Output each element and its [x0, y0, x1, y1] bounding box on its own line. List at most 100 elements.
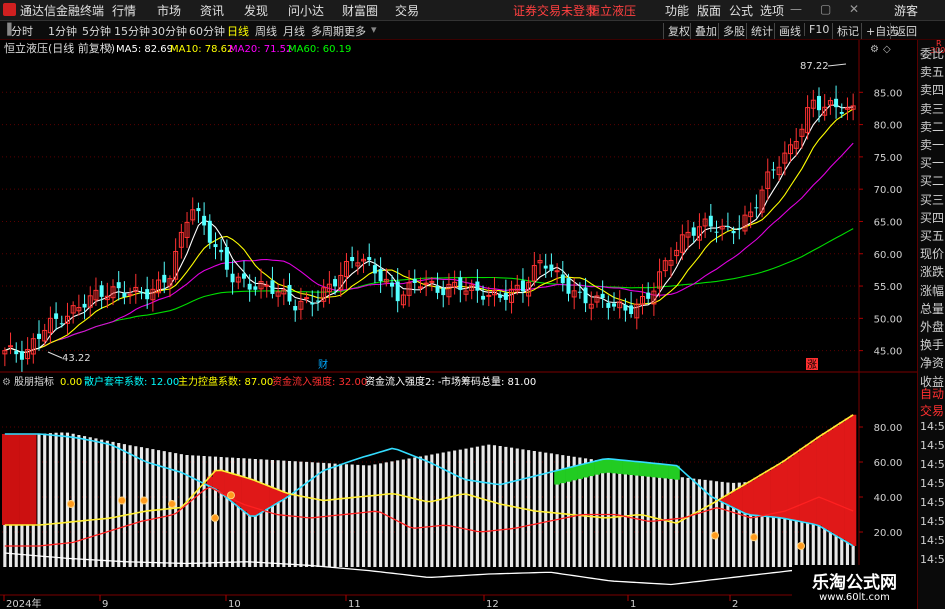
signal-dot — [750, 533, 758, 542]
price-tick-label: 65.00 — [874, 217, 903, 228]
outflow-band — [594, 460, 601, 475]
candle-body — [207, 220, 212, 243]
period-60min[interactable]: 60分钟 — [189, 23, 225, 39]
chart-close-icon[interactable]: ◇ — [883, 44, 891, 55]
overlay-button[interactable]: 叠加 — [690, 23, 717, 39]
candle-body — [116, 282, 121, 289]
candle-body — [560, 274, 565, 284]
candle-body — [230, 273, 235, 283]
candle-body — [162, 274, 167, 283]
inflow-band — [252, 480, 259, 517]
signal-dot — [168, 500, 176, 508]
menu-item-wealth[interactable]: 财富圈 — [342, 2, 378, 19]
candle-body — [486, 294, 492, 297]
candle-body — [714, 231, 719, 233]
inflow-band — [747, 480, 754, 515]
chart-settings-icon[interactable]: ⚙ — [870, 44, 879, 55]
finance-event-marker[interactable]: 财 — [318, 358, 328, 371]
ma60-path — [4, 228, 854, 354]
menu-item-function[interactable]: 功能 — [665, 2, 689, 19]
quote-label-17: 净资 — [920, 356, 945, 371]
period-more[interactable]: 更多 — [344, 23, 366, 39]
ma20-legend: MA20: 71.52 — [229, 44, 292, 55]
inflow-band — [246, 478, 253, 516]
period-30min[interactable]: 30分钟 — [151, 23, 187, 39]
indicator-legend-main-control: 主力控盘系数: 87.00 — [178, 375, 273, 388]
candle-body — [99, 285, 104, 297]
menu-item-formula[interactable]: 公式 — [729, 2, 753, 19]
chart-canvas: 85.00 80.00 75.00 70.00 65.00 60.00 55.00 50.00… — [0, 40, 917, 609]
statistics-button[interactable]: 统计 — [746, 23, 773, 39]
indicator-title: 股朋指标 — [14, 375, 54, 388]
menu-item-layout[interactable]: 版面 — [697, 2, 721, 19]
inflow-band — [730, 491, 737, 508]
inflow2-line — [4, 552, 854, 586]
inflow-band — [804, 444, 811, 523]
candle-body — [378, 269, 383, 282]
settings-icon[interactable]: ⚙ — [104, 44, 113, 55]
outflow-band — [599, 459, 606, 474]
period-daily[interactable]: 日线 — [227, 23, 249, 39]
candle-body — [213, 244, 218, 248]
quote-label-5: 卖一 — [920, 138, 945, 152]
period-15min[interactable]: 15分钟 — [114, 23, 150, 39]
menu-item-assistant[interactable]: 问小达 — [288, 2, 324, 19]
candle-body — [554, 270, 560, 273]
period-1min[interactable]: 1分钟 — [48, 23, 77, 39]
close-icon[interactable]: ✕ — [849, 2, 859, 16]
ma20-line — [4, 142, 854, 354]
inflow-band — [218, 470, 225, 494]
menu-item-discover[interactable]: 发现 — [244, 2, 268, 19]
inflow-band — [799, 448, 806, 522]
candle-body — [771, 169, 776, 171]
minimize-icon[interactable]: — — [790, 2, 802, 16]
limit-up-marker[interactable]: 涨 — [807, 359, 817, 371]
menu-item-exchange[interactable]: 市场 — [157, 2, 181, 19]
outflow-band — [611, 459, 618, 474]
period-toolbar: ▐ 分时 1分钟 5分钟 15分钟 30分钟 60分钟 日线 周线 月线 多周期… — [0, 21, 945, 40]
guest-label[interactable]: 游客 — [894, 2, 918, 19]
candle-body — [14, 350, 19, 355]
inflow-band — [810, 440, 817, 525]
menu-item-options[interactable]: 选项 — [760, 2, 784, 19]
signal-dot — [118, 496, 126, 505]
indicator-settings-icon[interactable]: ⚙ — [2, 377, 11, 388]
quote-label-7: 买二 — [920, 174, 945, 189]
price-tick-label: 50.00 — [874, 314, 903, 325]
chart-title: 恒立液压(日线 前复权) — [4, 41, 115, 55]
candle-body — [270, 280, 275, 294]
indicator-axis: 80.00 60.00 40.00 20.00 — [859, 423, 902, 539]
period-weekly[interactable]: 周线 — [255, 23, 277, 39]
indicator-tick-label: 40.00 — [874, 493, 903, 504]
period-5min[interactable]: 5分钟 — [82, 23, 111, 39]
restore-rights-button[interactable]: 复权 — [663, 23, 690, 39]
period-multi[interactable]: 多周期 — [311, 23, 344, 39]
ma5-legend: MA5: 82.69 — [116, 44, 173, 55]
f10-button[interactable]: F10 — [804, 23, 829, 36]
trade-time-7: 14:56 — [920, 553, 945, 566]
inflow-band — [19, 434, 26, 525]
draw-line-button[interactable]: 画线 — [774, 23, 801, 39]
multi-stock-button[interactable]: 多股 — [718, 23, 745, 39]
login-status[interactable]: 证券交易未登录 — [513, 2, 597, 19]
mark-button[interactable]: 标记 — [832, 23, 859, 39]
chevron-down-icon[interactable]: ▾ — [371, 23, 377, 36]
quote-label-16: 换手 — [920, 338, 945, 353]
candle-body — [37, 333, 41, 339]
menu-item-market[interactable]: 行情 — [112, 2, 136, 19]
period-intraday[interactable]: 分时 — [11, 23, 33, 39]
quote-label-1: 卖五 — [920, 65, 945, 80]
menu-item-news[interactable]: 资讯 — [200, 2, 224, 19]
trade-time-6: 14:56 — [920, 534, 945, 547]
trade-time-1: 14:56 — [920, 439, 945, 452]
ma5-line — [4, 104, 854, 354]
back-button[interactable]: 返回 — [890, 23, 917, 39]
outflow-band — [633, 461, 640, 476]
stock-name: 恒立液压 — [588, 4, 637, 18]
ma20-legend-name: MA20 — [229, 44, 257, 55]
signal-dot — [227, 491, 235, 500]
ma10-line — [4, 108, 854, 354]
menu-item-trade[interactable]: 交易 — [395, 2, 419, 19]
restore-icon[interactable]: ▢ — [820, 2, 831, 16]
period-monthly[interactable]: 月线 — [283, 23, 305, 39]
